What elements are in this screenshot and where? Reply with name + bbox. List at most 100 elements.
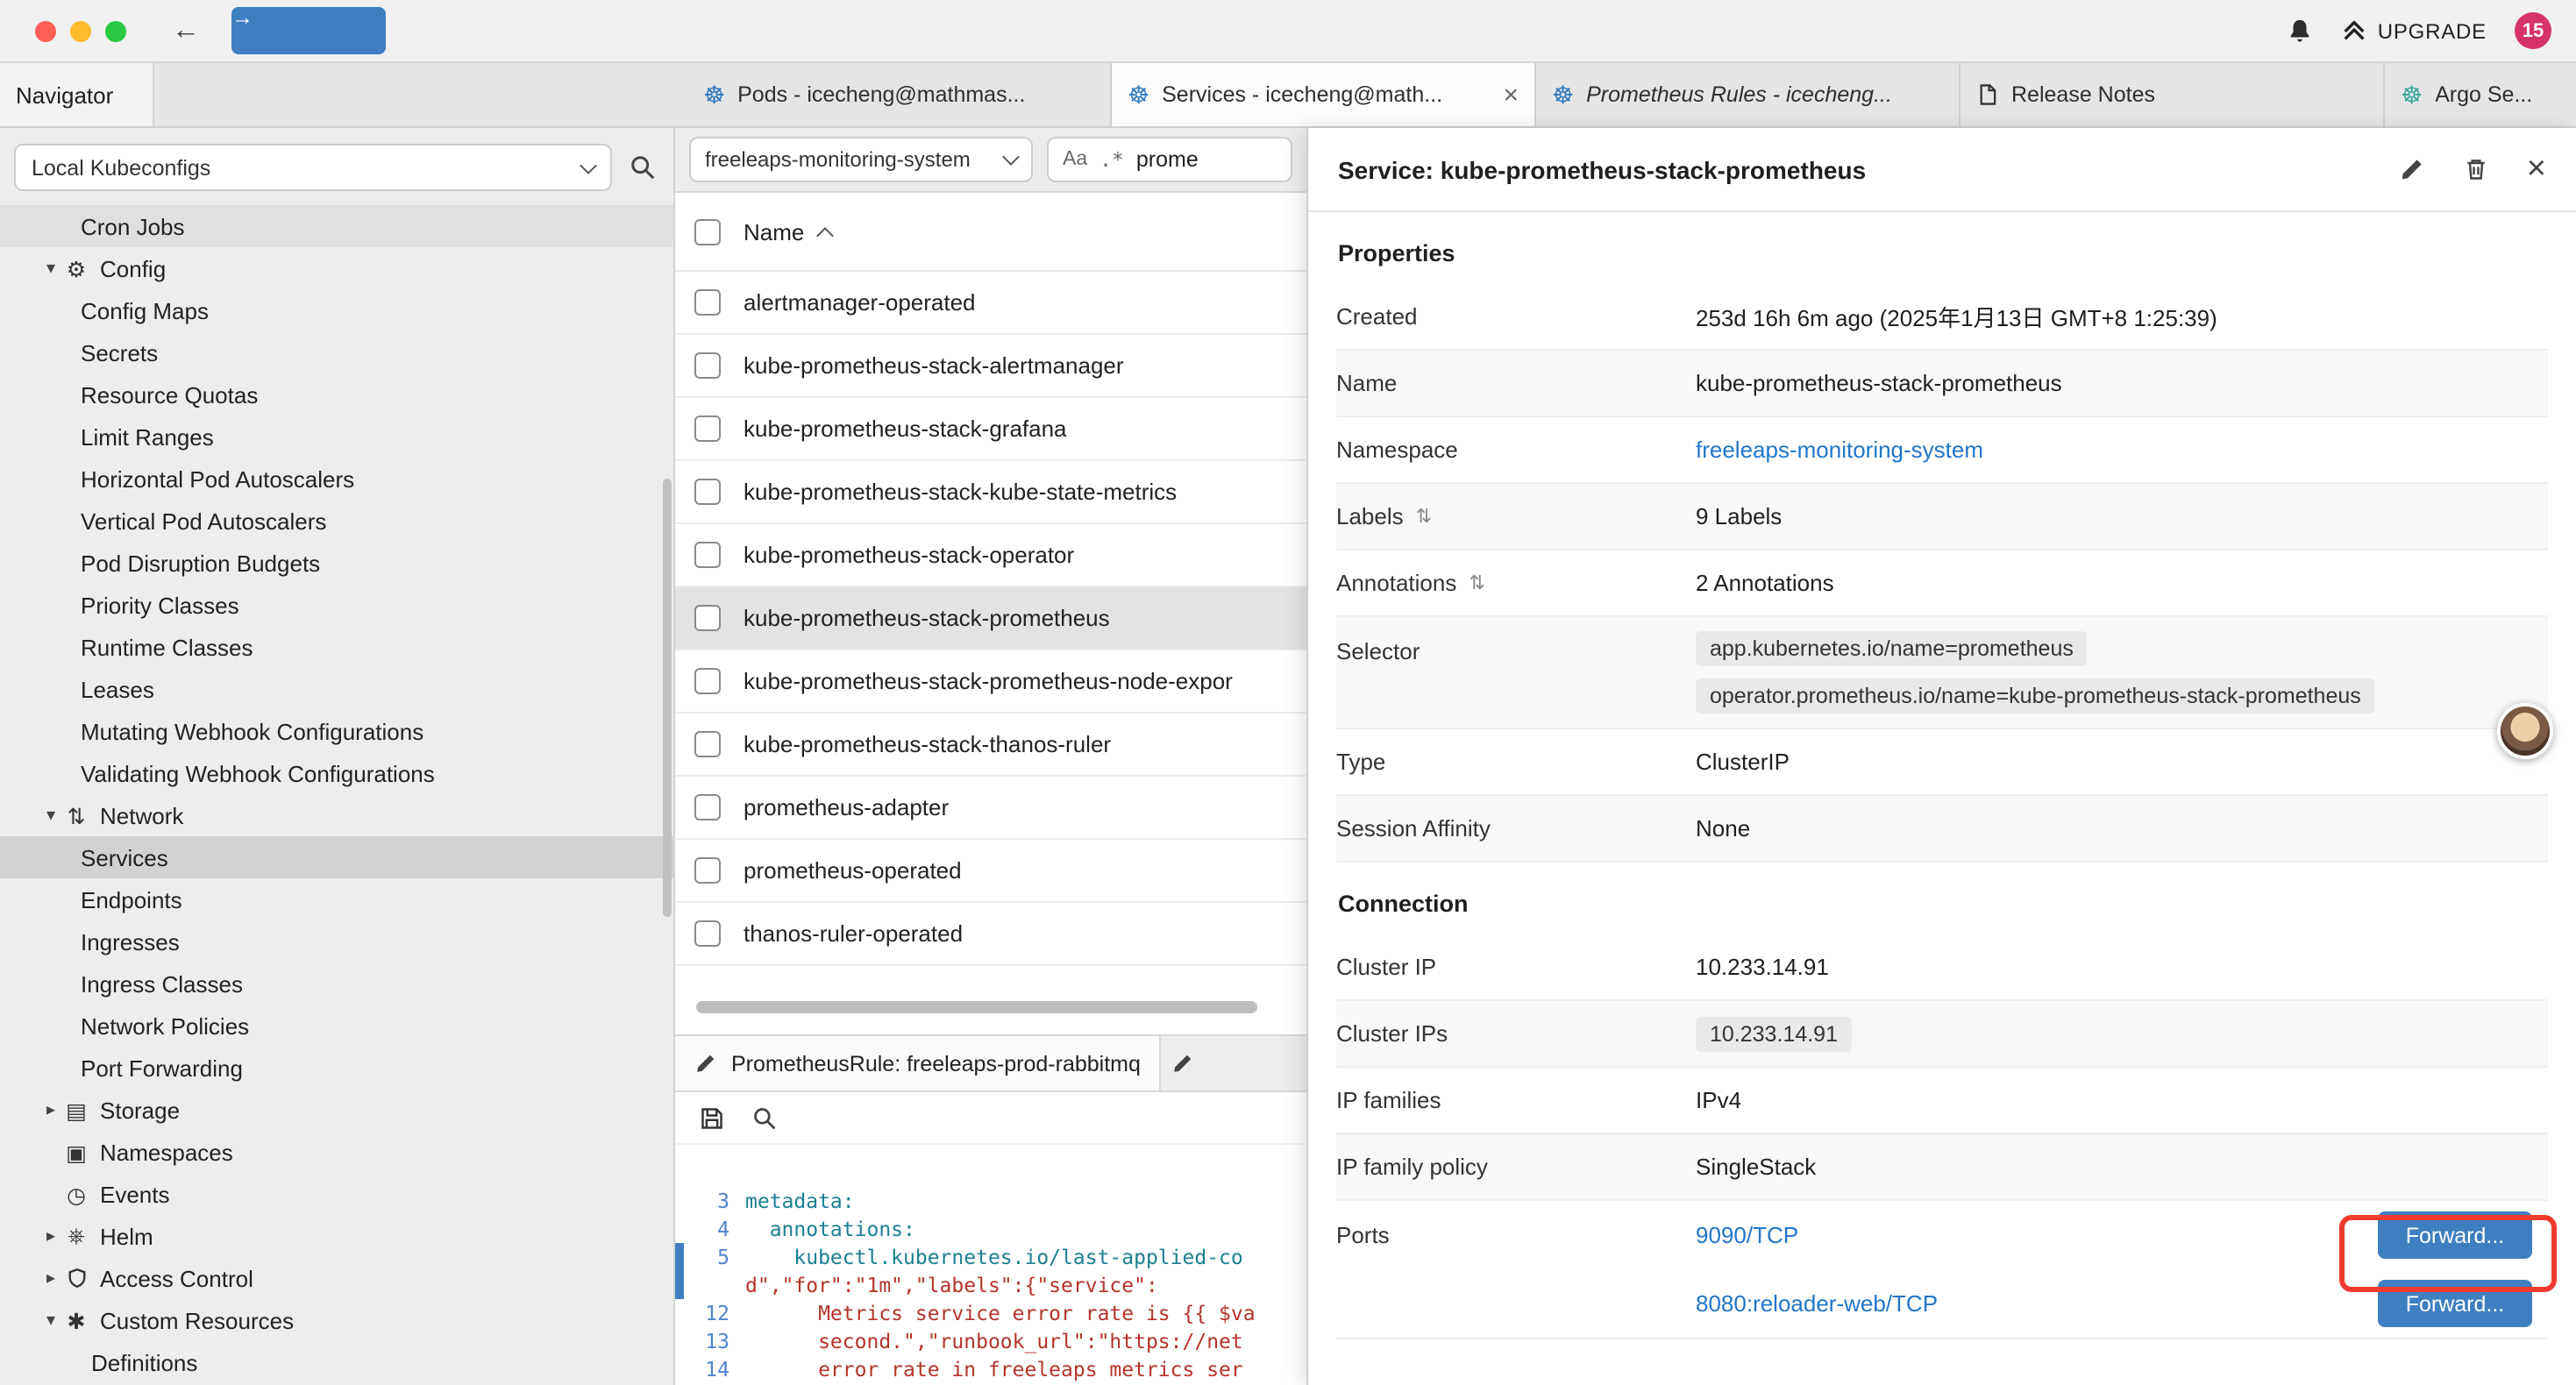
tab-prometheus-rules[interactable]: ☸ Prometheus Rules - icecheng... <box>1536 63 1960 126</box>
tab-services[interactable]: ☸ Services - icecheng@math... × <box>1112 63 1536 126</box>
notifications-bell-icon[interactable] <box>2287 18 2313 44</box>
sidebar-item-port-forwarding[interactable]: Port Forwarding <box>0 1047 673 1089</box>
sidebar-item-cron-jobs[interactable]: Cron Jobs <box>0 205 673 247</box>
forward-button[interactable]: → <box>231 7 386 54</box>
sidebar-item-events[interactable]: ◷ Events <box>0 1173 673 1215</box>
sidebar-item-ingress-classes[interactable]: Ingress Classes <box>0 962 673 1005</box>
trash-icon[interactable] <box>2464 156 2488 182</box>
search-icon[interactable] <box>752 1105 777 1130</box>
property-label: Cluster IP <box>1336 954 1696 980</box>
sidebar-item-config-maps[interactable]: Config Maps <box>0 289 673 331</box>
row-checkbox[interactable] <box>694 920 721 947</box>
forward-button[interactable]: Forward... <box>2378 1211 2532 1259</box>
dock-tab-label: PrometheusRule: freeleaps-prod-rabbitmq <box>731 1051 1141 1076</box>
table-row[interactable]: prometheus-operated <box>675 840 1306 903</box>
edit-icon[interactable] <box>2399 156 2425 182</box>
sidebar-item-custom-resources[interactable]: ▾ ✱ Custom Resources <box>0 1299 673 1341</box>
sidebar-scrollbar-thumb[interactable] <box>663 479 672 917</box>
table-row[interactable]: kube-prometheus-stack-operator <box>675 524 1306 587</box>
sidebar-item-vertical-pod-autoscalers[interactable]: Vertical Pod Autoscalers <box>0 500 673 542</box>
port-link[interactable]: 8080:reloader-web/TCP <box>1696 1290 2378 1317</box>
horizontal-scrollbar-thumb[interactable] <box>696 1001 1257 1013</box>
match-case-toggle[interactable]: Aa <box>1063 149 1087 170</box>
forward-button[interactable]: Forward... <box>2378 1280 2532 1327</box>
sidebar-item-leases[interactable]: Leases <box>0 668 673 710</box>
sidebar-item-pod-disruption-budgets[interactable]: Pod Disruption Budgets <box>0 542 673 584</box>
row-checkbox[interactable] <box>694 857 721 884</box>
tab-argo[interactable]: ☸ Argo Se... <box>2385 63 2576 126</box>
table-row[interactable]: thanos-ruler-operated <box>675 903 1306 966</box>
sidebar-item-limit-ranges[interactable]: Limit Ranges <box>0 416 673 458</box>
table-row[interactable]: kube-prometheus-stack-thanos-ruler <box>675 714 1306 777</box>
table-row[interactable]: prometheus-adapter <box>675 777 1306 840</box>
namespace-link[interactable]: freeleaps-monitoring-system <box>1696 437 1983 463</box>
table-row[interactable]: kube-prometheus-stack-kube-state-metrics <box>675 461 1306 524</box>
sidebar-item-storage[interactable]: ▸ ▤ Storage <box>0 1089 673 1131</box>
sidebar-item-secrets[interactable]: Secrets <box>0 331 673 373</box>
sidebar-item-horizontal-pod-autoscalers[interactable]: Horizontal Pod Autoscalers <box>0 458 673 500</box>
regex-toggle[interactable]: .* <box>1099 147 1124 172</box>
save-icon[interactable] <box>700 1105 724 1130</box>
row-checkbox[interactable] <box>694 668 721 694</box>
chevron-right-icon[interactable]: ▸ <box>40 1100 61 1119</box>
close-tab-icon[interactable]: × <box>1503 80 1519 110</box>
expand-icon[interactable]: ⇅ <box>1416 505 1432 528</box>
sidebar-item-ingresses[interactable]: Ingresses <box>0 920 673 962</box>
row-checkbox[interactable] <box>694 542 721 568</box>
sidebar-item-network[interactable]: ▾ ⇅ Network <box>0 794 673 836</box>
upgrade-button[interactable]: UPGRADE <box>2341 18 2487 44</box>
table-row[interactable]: kube-prometheus-stack-prometheus-node-ex… <box>675 650 1306 714</box>
navigator-pane-header[interactable]: Navigator <box>0 63 154 126</box>
table-row[interactable]: kube-prometheus-stack-grafana <box>675 398 1306 461</box>
notification-count-badge[interactable]: 15 <box>2515 12 2551 49</box>
search-icon[interactable] <box>630 154 656 181</box>
table-row-selected[interactable]: kube-prometheus-stack-prometheus <box>675 587 1306 650</box>
sidebar-item-services[interactable]: Services <box>0 836 673 878</box>
row-checkbox[interactable] <box>694 352 721 379</box>
row-checkbox[interactable] <box>694 794 721 820</box>
sidebar-item-runtime-classes[interactable]: Runtime Classes <box>0 626 673 668</box>
select-all-checkbox[interactable] <box>694 218 721 245</box>
kubeconfig-select[interactable]: Local Kubeconfigs <box>14 144 612 191</box>
close-icon[interactable]: × <box>2527 153 2546 186</box>
chevron-down-icon[interactable]: ▾ <box>40 806 61 825</box>
sidebar-item-endpoints[interactable]: Endpoints <box>0 878 673 920</box>
back-button[interactable]: ← <box>172 17 200 45</box>
sidebar-item-config[interactable]: ▾ ⚙ Config <box>0 247 673 289</box>
name-column-header[interactable]: Name <box>744 218 830 245</box>
chevron-down-icon[interactable]: ▾ <box>40 259 61 278</box>
chevron-right-icon[interactable]: ▸ <box>40 1268 61 1288</box>
dock-tab-partial[interactable] <box>1162 1036 1306 1090</box>
expand-icon[interactable]: ⇅ <box>1469 572 1484 594</box>
search-input[interactable]: Aa .* prome <box>1047 137 1292 182</box>
table-row[interactable]: alertmanager-operated <box>675 272 1306 335</box>
port-link[interactable]: 9090/TCP <box>1696 1222 2378 1248</box>
namespace-select[interactable]: freeleaps-monitoring-system <box>689 137 1033 182</box>
sidebar-item-resource-quotas[interactable]: Resource Quotas <box>0 373 673 416</box>
close-window-button[interactable] <box>35 20 56 41</box>
sidebar-item-definitions[interactable]: Definitions <box>0 1341 673 1383</box>
property-value: 9 Labels <box>1696 503 2548 529</box>
yaml-editor[interactable]: 3metadata: 4 annotations: 5 kubectl.kube… <box>675 1145 1306 1385</box>
row-checkbox[interactable] <box>694 289 721 316</box>
chevron-down-icon[interactable]: ▾ <box>40 1310 61 1330</box>
minimize-window-button[interactable] <box>70 20 91 41</box>
tab-pods[interactable]: ☸ Pods - icecheng@mathmas... <box>687 63 1112 126</box>
sidebar-item-priority-classes[interactable]: Priority Classes <box>0 584 673 626</box>
sidebar-item-access-control[interactable]: ▸ Access Control <box>0 1257 673 1299</box>
sidebar-item-mutating-webhook-configurations[interactable]: Mutating Webhook Configurations <box>0 710 673 752</box>
row-checkbox[interactable] <box>694 605 721 631</box>
dock-tab-prometheusrule[interactable]: PrometheusRule: freeleaps-prod-rabbitmq <box>675 1036 1162 1090</box>
tab-release-notes[interactable]: Release Notes <box>1960 63 2385 126</box>
sidebar-item-validating-webhook-configurations[interactable]: Validating Webhook Configurations <box>0 752 673 794</box>
row-checkbox[interactable] <box>694 479 721 505</box>
table-row[interactable]: kube-prometheus-stack-alertmanager <box>675 335 1306 398</box>
user-avatar[interactable] <box>2497 703 2553 759</box>
row-checkbox[interactable] <box>694 731 721 757</box>
row-checkbox[interactable] <box>694 416 721 442</box>
sidebar-item-helm[interactable]: ▸ ⎈ Helm <box>0 1215 673 1257</box>
sidebar-item-namespaces[interactable]: ▣ Namespaces <box>0 1131 673 1173</box>
zoom-window-button[interactable] <box>105 20 126 41</box>
sidebar-item-network-policies[interactable]: Network Policies <box>0 1005 673 1047</box>
chevron-right-icon[interactable]: ▸ <box>40 1226 61 1246</box>
